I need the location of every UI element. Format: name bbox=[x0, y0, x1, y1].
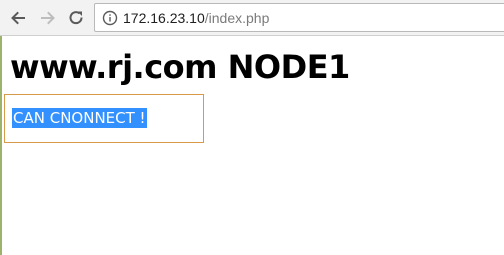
url-text[interactable]: 172.16.23.10/index.php bbox=[123, 10, 269, 27]
reload-button[interactable] bbox=[64, 6, 88, 30]
reload-icon bbox=[69, 11, 83, 25]
address-bar[interactable]: 172.16.23.10/index.php bbox=[94, 3, 504, 32]
browser-toolbar: 172.16.23.10/index.php bbox=[0, 0, 504, 36]
back-arrow-icon bbox=[11, 11, 25, 25]
url-host: 172.16.23.10 bbox=[123, 10, 205, 26]
message-box: CAN CNONNECT ! bbox=[4, 94, 204, 143]
forward-button[interactable] bbox=[36, 6, 60, 30]
back-button[interactable] bbox=[6, 6, 30, 30]
url-path: /index.php bbox=[204, 10, 270, 26]
forward-arrow-icon bbox=[41, 11, 55, 25]
page-title: www.rj.com NODE1 bbox=[10, 48, 350, 86]
message-text: CAN CNONNECT ! bbox=[12, 108, 147, 128]
page-viewport: www.rj.com NODE1 CAN CNONNECT ! bbox=[0, 36, 504, 255]
info-icon[interactable] bbox=[102, 10, 118, 26]
